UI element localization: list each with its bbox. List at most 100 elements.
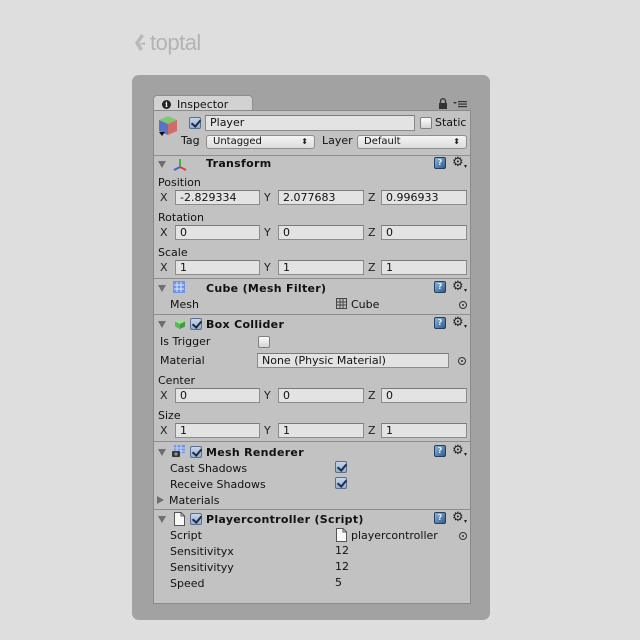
material-field[interactable]: None (Physic Material) (257, 353, 449, 368)
mesh-label: Mesh (170, 298, 199, 311)
speed-value[interactable]: 5 (335, 576, 342, 589)
sensitivityx-value[interactable]: 12 (335, 544, 349, 557)
position-label: Position (158, 176, 201, 189)
sensitivityy-label: Sensitivityy (170, 561, 234, 574)
scale-y-label: Y (264, 261, 271, 274)
size-label: Size (158, 409, 181, 422)
position-z-input[interactable]: 0.996933 (381, 190, 467, 205)
transform-axes-icon (173, 159, 187, 171)
help-icon[interactable]: ? (434, 157, 446, 169)
box-collider-title: Box Collider (206, 318, 285, 331)
mesh-renderer-enabled-checkbox[interactable] (190, 446, 202, 458)
tag-dropdown-value: Untagged (213, 136, 262, 147)
center-label: Center (158, 374, 196, 387)
divider (154, 441, 470, 442)
script-foldout-toggle[interactable] (158, 516, 166, 523)
mesh-filter-icon (173, 281, 185, 293)
rotation-label: Rotation (158, 211, 205, 224)
gear-icon[interactable]: ⚙ ▾ (452, 444, 467, 458)
divider (154, 314, 470, 315)
gear-icon[interactable]: ⚙ ▾ (452, 280, 467, 294)
mesh-renderer-foldout-toggle[interactable] (158, 449, 166, 456)
gameobject-active-checkbox[interactable] (189, 117, 201, 129)
box-collider-foldout-toggle[interactable] (158, 321, 166, 328)
is-trigger-label: Is Trigger (160, 335, 211, 348)
material-label: Material (160, 354, 205, 367)
size-x-label: X (160, 424, 168, 437)
rotation-y-input[interactable]: 0 (278, 225, 364, 240)
mesh-value[interactable]: Cube (351, 298, 379, 311)
size-x-input[interactable]: 1 (175, 423, 260, 438)
box-collider-icon (175, 319, 185, 329)
rotation-x-input[interactable]: 0 (175, 225, 260, 240)
center-y-input[interactable]: 0 (278, 388, 364, 403)
rotation-z-input[interactable]: 0 (381, 225, 467, 240)
toptal-logo-text: toptal (150, 30, 201, 55)
mesh-filter-foldout-toggle[interactable] (158, 285, 166, 292)
scale-z-input[interactable]: 1 (381, 260, 467, 275)
sensitivityy-value[interactable]: 12 (335, 560, 349, 573)
help-icon[interactable]: ? (434, 317, 446, 329)
object-picker-icon[interactable] (459, 532, 467, 540)
size-z-input[interactable]: 1 (381, 423, 467, 438)
tag-dropdown[interactable]: Untagged ⬍ (206, 135, 315, 149)
gameobject-cube-icon (159, 116, 177, 136)
scale-x-input[interactable]: 1 (175, 260, 260, 275)
object-picker-icon[interactable] (458, 357, 466, 365)
layer-dropdown-value: Default (364, 136, 401, 147)
inspector-panel: Player Static Tag Untagged ⬍ Layer Defau… (153, 110, 471, 604)
receive-shadows-checkbox[interactable] (335, 477, 347, 489)
center-z-label: Z (368, 389, 376, 402)
tab-bar: i Inspector (153, 93, 471, 112)
rotation-z-label: Z (368, 226, 376, 239)
script-file-icon (174, 512, 185, 526)
position-x-label: X (160, 191, 168, 204)
rotation-x-label: X (160, 226, 168, 239)
scale-y-input[interactable]: 1 (278, 260, 364, 275)
layer-dropdown[interactable]: Default ⬍ (357, 135, 467, 149)
gear-icon[interactable]: ⚙ ▾ (452, 156, 467, 170)
mesh-renderer-title: Mesh Renderer (206, 446, 304, 459)
gear-icon[interactable]: ⚙ ▾ (452, 316, 467, 330)
cast-shadows-checkbox[interactable] (335, 461, 347, 473)
is-trigger-checkbox[interactable] (258, 336, 270, 348)
divider (154, 278, 470, 279)
object-picker-icon[interactable] (459, 301, 467, 309)
scale-z-label: Z (368, 261, 376, 274)
position-z-label: Z (368, 191, 376, 204)
script-file-icon (336, 528, 347, 542)
script-title: Playercontroller (Script) (206, 513, 364, 526)
help-icon[interactable]: ? (434, 281, 446, 293)
cast-shadows-label: Cast Shadows (170, 462, 248, 475)
lock-icon[interactable] (438, 98, 448, 109)
center-z-input[interactable]: 0 (381, 388, 467, 403)
materials-foldout-toggle[interactable] (157, 496, 164, 504)
speed-label: Speed (170, 577, 205, 590)
help-icon[interactable]: ? (434, 445, 446, 457)
rotation-y-label: Y (264, 226, 271, 239)
gameobject-name-input[interactable]: Player (205, 115, 415, 131)
gear-icon[interactable]: ⚙ ▾ (452, 511, 467, 525)
tag-label: Tag (181, 134, 200, 147)
mesh-renderer-icon (172, 445, 185, 457)
scale-label: Scale (158, 246, 188, 259)
materials-label[interactable]: Materials (169, 494, 219, 507)
size-y-input[interactable]: 1 (278, 423, 364, 438)
help-icon[interactable]: ? (434, 512, 446, 524)
divider (154, 509, 470, 510)
position-y-input[interactable]: 2.077683 (278, 190, 364, 205)
info-icon: i (162, 99, 171, 109)
center-x-input[interactable]: 0 (175, 388, 260, 403)
transform-foldout-toggle[interactable] (158, 161, 166, 168)
size-z-label: Z (368, 424, 376, 437)
static-checkbox[interactable] (420, 117, 432, 129)
receive-shadows-label: Receive Shadows (170, 478, 266, 491)
layer-label: Layer (322, 134, 353, 147)
size-y-label: Y (264, 424, 271, 437)
script-value[interactable]: playercontroller (351, 529, 438, 542)
box-collider-enabled-checkbox[interactable] (190, 318, 202, 330)
position-x-input[interactable]: -2.829334 (175, 190, 260, 205)
script-enabled-checkbox[interactable] (190, 513, 202, 525)
transform-title: Transform (206, 157, 272, 170)
context-menu-icon[interactable] (453, 99, 467, 108)
